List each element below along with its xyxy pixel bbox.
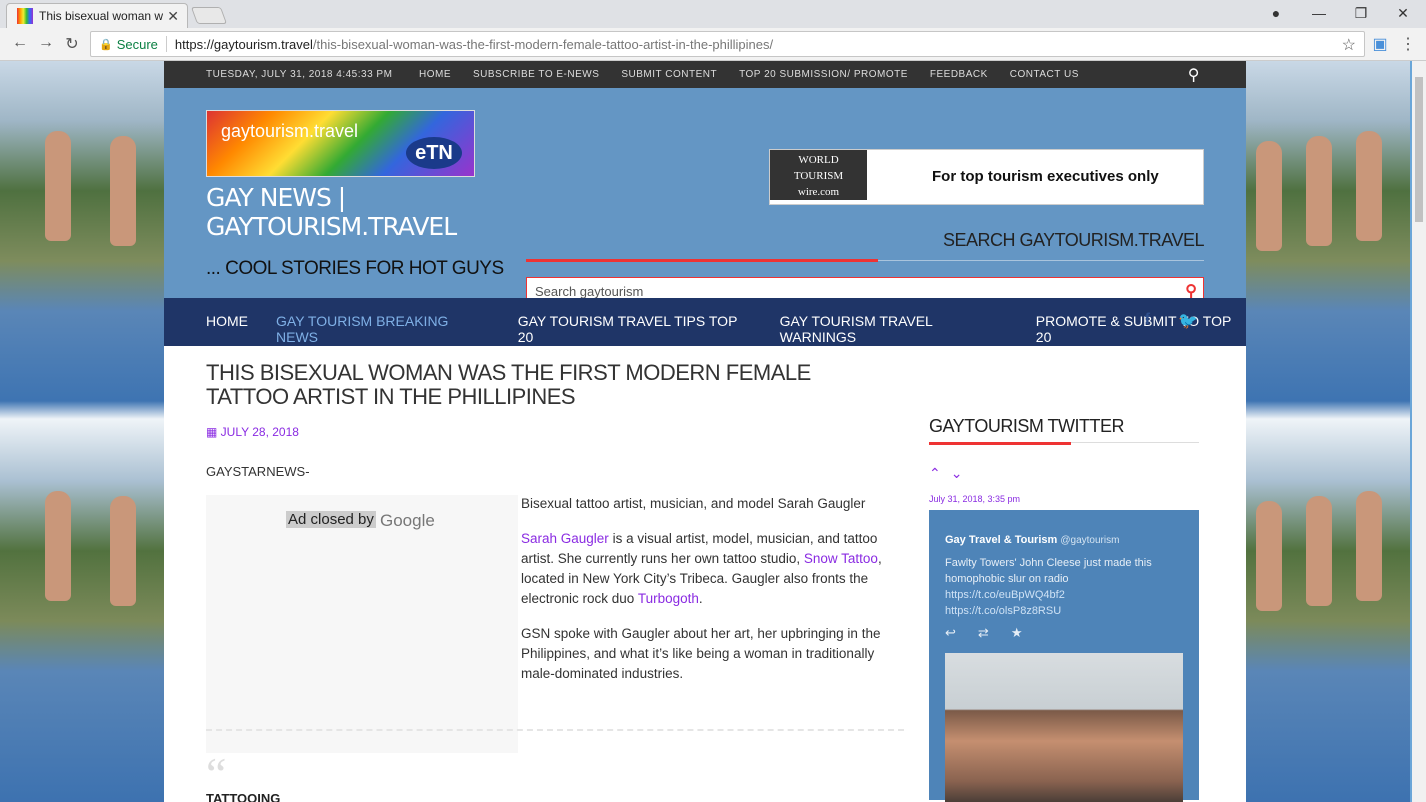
background-image-left: [0, 61, 164, 802]
nav-travel-tips[interactable]: GAY TOURISM TRAVEL TIPS TOP 20: [518, 313, 752, 345]
restore-button[interactable]: ❐: [1340, 0, 1382, 26]
section-subhead: TATTOOING: [206, 791, 281, 802]
article-paragraph-1: Sarah Gaugler is a visual artist, model,…: [521, 531, 882, 606]
etn-logo: eTN: [406, 137, 462, 169]
ad-closed-box: Ad closed by Google: [206, 495, 518, 753]
tweet-handle[interactable]: @gaytourism: [1060, 535, 1119, 546]
top-nav-top20[interactable]: TOP 20 SUBMISSION/ PROMOTE: [739, 69, 908, 80]
browser-tabstrip: This bisexual woman was ✕ ● — ❐ ✕: [0, 0, 1426, 28]
link-sarah-gaugler[interactable]: Sarah Gaugler: [521, 531, 609, 546]
top-nav: HOME SUBSCRIBE TO E-NEWS SUBMIT CONTENT …: [419, 69, 1079, 80]
tweet-link-2[interactable]: https://t.co/olsP8z8RSU: [945, 603, 1183, 619]
tweet-photo[interactable]: [945, 653, 1183, 802]
sidebar: GAYTOURISM TWITTER ⌃⌄ July 31, 2018, 3:3…: [929, 416, 1199, 802]
tweet-date[interactable]: July 31, 2018, 3:35 pm: [929, 494, 1199, 504]
favorite-star-icon[interactable]: ★: [1011, 625, 1023, 641]
reply-icon[interactable]: ↩: [945, 625, 956, 641]
nav-home[interactable]: HOME: [206, 313, 248, 345]
top-nav-home[interactable]: HOME: [419, 69, 451, 80]
browser-toolbar: ← → ↻ 🔒 Secure https://gaytourism.travel…: [0, 28, 1426, 61]
top-bar: TUESDAY, JULY 31, 2018 4:45:33 PM HOME S…: [164, 61, 1246, 88]
background-image-right: [1246, 61, 1410, 802]
page-viewport: TUESDAY, JULY 31, 2018 4:45:33 PM HOME S…: [0, 61, 1412, 802]
facebook-icon[interactable]: f: [1145, 311, 1150, 331]
reload-icon[interactable]: ↻: [62, 34, 82, 54]
site-title[interactable]: GAY NEWS | GAYTOURISM.TRAVEL: [206, 183, 466, 241]
tweet-text: Fawlty Towers' John Cleese just made thi…: [945, 557, 1152, 585]
link-turbogoth[interactable]: Turbogoth: [638, 591, 699, 606]
link-snow-tattoo[interactable]: Snow Tattoo: [804, 551, 878, 566]
forward-icon[interactable]: →: [36, 34, 56, 52]
chevron-up-icon[interactable]: ⌃: [929, 465, 951, 481]
close-tab-icon[interactable]: ✕: [167, 8, 179, 25]
chevron-down-icon[interactable]: ⌄: [951, 465, 973, 481]
site-logo[interactable]: gaytourism.travel eTN: [206, 110, 475, 177]
current-date: TUESDAY, JULY 31, 2018 4:45:33 PM: [206, 69, 393, 80]
top-nav-contact[interactable]: CONTACT US: [1010, 69, 1079, 80]
tweet-card: Gay Travel & Tourism @gaytourism Fawlty …: [929, 510, 1199, 802]
top-nav-feedback[interactable]: FEEDBACK: [930, 69, 988, 80]
ad-closed-label: Ad closed by: [286, 511, 376, 528]
scrollbar-thumb[interactable]: [1415, 77, 1423, 222]
sidebar-heading: GAYTOURISM TWITTER: [929, 416, 1125, 436]
search-heading: SEARCH GAYTOURISM.TRAVEL: [942, 230, 1205, 250]
ad-banner[interactable]: WORLD TOURISM wire.com For top tourism e…: [769, 149, 1204, 205]
post-date[interactable]: JULY 28, 2018: [221, 425, 299, 439]
secure-label: Secure: [116, 36, 158, 52]
site-container: TUESDAY, JULY 31, 2018 4:45:33 PM HOME S…: [164, 61, 1246, 802]
minimize-button[interactable]: —: [1298, 0, 1340, 26]
nav-promote[interactable]: PROMOTE & SUBMIT TO TOP 20: [1036, 313, 1246, 345]
post-title: THIS BISEXUAL WOMAN WAS THE FIRST MODERN…: [206, 360, 811, 409]
close-window-button[interactable]: ✕: [1382, 0, 1424, 26]
article-content: THIS BISEXUAL WOMAN WAS THE FIRST MODERN…: [206, 360, 906, 802]
logo-text: gaytourism.travel: [221, 121, 359, 141]
main-nav: HOME GAY TOURISM BREAKING NEWS GAY TOURI…: [164, 298, 1246, 346]
back-icon[interactable]: ←: [10, 34, 30, 52]
site-header: gaytourism.travel eTN GAY NEWS | GAYTOUR…: [164, 88, 1246, 305]
page-scrollbar[interactable]: [1412, 61, 1426, 802]
ad-banner-text: For top tourism executives only: [932, 168, 1159, 185]
retweet-icon[interactable]: ⇄: [978, 625, 989, 641]
lock-icon: 🔒: [99, 38, 113, 51]
twitter-icon[interactable]: 🐦: [1178, 311, 1198, 331]
new-tab-button[interactable]: [190, 7, 228, 24]
profile-icon[interactable]: ●: [1255, 0, 1297, 26]
browser-tab[interactable]: This bisexual woman was ✕: [6, 3, 188, 28]
bookmark-star-icon[interactable]: ☆: [1342, 35, 1356, 55]
site-tagline: ... COOL STORIES FOR HOT GUYS: [206, 258, 504, 279]
calendar-icon: ▦: [206, 425, 221, 439]
extension-icon[interactable]: ▣: [1370, 34, 1390, 54]
article-body: Bisexual tattoo artist, musician, and mo…: [521, 494, 906, 699]
tab-title: This bisexual woman was: [39, 9, 164, 23]
menu-icon[interactable]: ⋮: [1398, 34, 1418, 54]
address-bar[interactable]: 🔒 Secure https://gaytourism.travel/this-…: [90, 31, 1365, 57]
nav-travel-warnings[interactable]: GAY TOURISM TRAVEL WARNINGS: [780, 313, 1008, 345]
nav-breaking-news[interactable]: GAY TOURISM BREAKING NEWS: [276, 313, 490, 345]
top-nav-submit-content[interactable]: SUBMIT CONTENT: [621, 69, 717, 80]
article-intro: Bisexual tattoo artist, musician, and mo…: [521, 496, 866, 511]
url-host: https://gaytourism.travel: [174, 36, 313, 52]
tweet-user[interactable]: Gay Travel & Tourism: [945, 534, 1057, 546]
favicon-icon: [17, 8, 33, 24]
top-nav-subscribe[interactable]: SUBSCRIBE TO E-NEWS: [473, 69, 599, 80]
google-logo: Google: [380, 511, 435, 530]
tweet-link-1[interactable]: https://t.co/euBpWQ4bf2: [945, 587, 1183, 603]
url-path: /this-bisexual-woman-was-the-first-moder…: [312, 36, 774, 52]
post-source: GAYSTARNEWS-: [206, 464, 310, 479]
wtw-logo: WORLD TOURISM wire.com: [770, 150, 867, 200]
search-icon[interactable]: ⚲: [1188, 65, 1200, 85]
article-paragraph-2: GSN spoke with Gaugler about her art, he…: [521, 626, 881, 681]
